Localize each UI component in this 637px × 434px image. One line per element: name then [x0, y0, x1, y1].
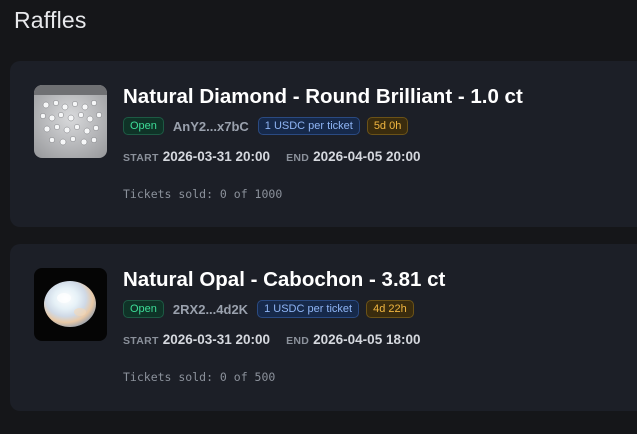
diamond-image: [34, 85, 107, 158]
raffles-page: Raffles Natural Diamond - Round Brillian…: [0, 0, 637, 434]
status-badge: Open: [123, 300, 164, 318]
start-date: 2026-03-31 20:00: [162, 332, 271, 347]
raffle-dates: START 2026-03-31 20:00 END 2026-04-05 20…: [123, 149, 436, 164]
tickets-sold: Tickets sold: 0 of 1000: [123, 187, 283, 201]
raffle-card[interactable]: Natural Opal - Cabochon - 3.81 ct Open 2…: [10, 244, 637, 411]
start-label: START: [123, 152, 159, 164]
end-date: 2026-04-05 18:00: [313, 332, 421, 347]
start-date: 2026-03-31 20:00: [162, 149, 271, 164]
time-left-badge: 5d 0h: [366, 117, 409, 135]
end-label: END: [286, 152, 310, 164]
end-label: END: [286, 335, 310, 347]
raffle-title[interactable]: Natural Opal - Cabochon - 3.81 ct: [123, 268, 445, 292]
page-title: Raffles: [14, 7, 87, 33]
tickets-sold: Tickets sold: 0 of 500: [123, 370, 276, 384]
raffle-meta: Open 2RX2...4d2K 1 USDC per ticket 4d 22…: [123, 300, 414, 318]
opal-image: [34, 268, 107, 341]
start-label: START: [123, 335, 159, 347]
price-badge: 1 USDC per ticket: [257, 300, 360, 318]
raffle-title[interactable]: Natural Diamond - Round Brilliant - 1.0 …: [123, 85, 523, 109]
creator-address[interactable]: 2RX2...4d2K: [173, 302, 248, 317]
price-badge: 1 USDC per ticket: [257, 117, 360, 135]
end-date: 2026-04-05 20:00: [313, 149, 421, 164]
creator-address[interactable]: AnY2...x7bC: [173, 119, 249, 134]
raffle-card[interactable]: Natural Diamond - Round Brilliant - 1.0 …: [10, 61, 637, 227]
status-badge: Open: [123, 117, 164, 135]
raffle-dates: START 2026-03-31 20:00 END 2026-04-05 18…: [123, 332, 436, 347]
raffle-meta: Open AnY2...x7bC 1 USDC per ticket 5d 0h: [123, 117, 409, 135]
time-left-badge: 4d 22h: [366, 300, 414, 318]
